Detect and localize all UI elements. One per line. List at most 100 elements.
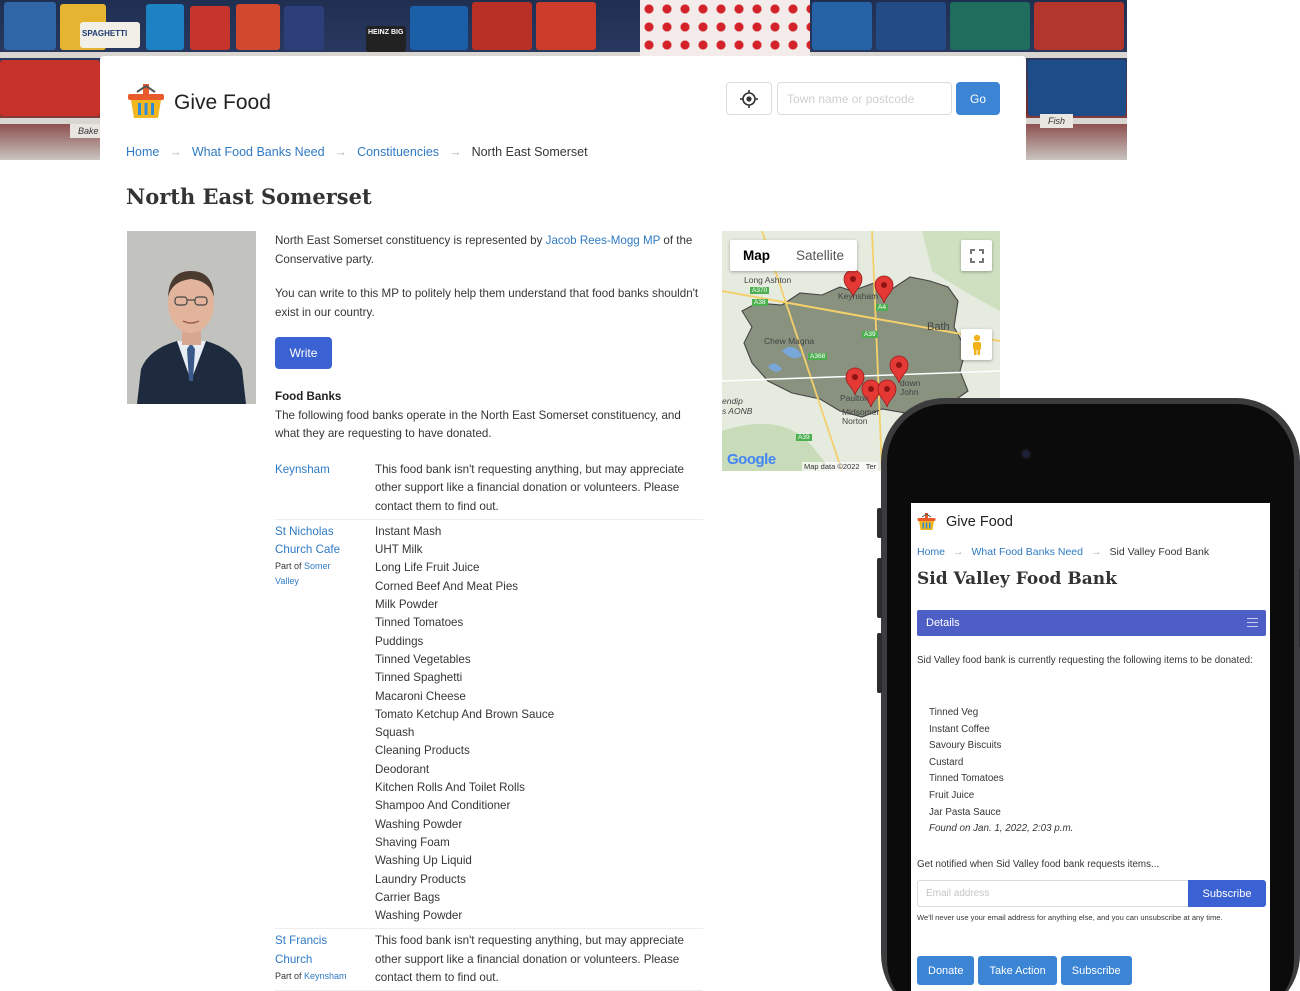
mobile-intro: Sid Valley food bank is currently reques… (917, 655, 1253, 666)
need-item: Macaroni Cheese (375, 689, 466, 703)
map-road-label: A38 (752, 299, 768, 306)
part-of-label: Part of (275, 971, 302, 982)
need-item: Cleaning Products (375, 744, 470, 758)
constituency-intro: North East Somerset constituency is repr… (275, 232, 707, 338)
hero-can (146, 4, 184, 50)
need-item: Tinned Vegetables (375, 652, 471, 666)
food-bank-needs-cell: This food bank isn't requesting anything… (375, 461, 703, 516)
need-item: Washing Powder (375, 909, 463, 923)
page-title: North East Somerset (126, 184, 372, 209)
need-item: Shampoo And Conditioner (375, 799, 511, 813)
mobile-screen: Give Food Home → What Food Banks Need → … (911, 503, 1270, 991)
map-place-label: s AONB (722, 406, 753, 416)
no-needs-message: This food bank isn't requesting anything… (375, 463, 684, 513)
fullscreen-button[interactable] (961, 240, 992, 271)
brand-name[interactable]: Give Food (174, 91, 271, 115)
food-banks-heading: Food Banks (275, 390, 342, 403)
take-action-button[interactable]: Take Action (978, 956, 1057, 985)
mp-link[interactable]: Jacob Rees-Mogg MP (546, 234, 661, 247)
found-date: Found on Jan. 1, 2022, 2:03 p.m. (929, 823, 1074, 835)
hero-can (536, 2, 596, 50)
google-logo: Google (727, 451, 776, 468)
food-bank-name-cell: St Francis Church Part of Keynsham (275, 932, 375, 987)
hero-can (472, 2, 532, 50)
map-road-label: A39 (862, 331, 878, 338)
breadcrumb-what-food-banks-need[interactable]: What Food Banks Need (192, 145, 325, 159)
need-item: Carrier Bags (375, 890, 441, 904)
basket-logo-icon[interactable] (917, 512, 936, 531)
requested-item: Tinned Veg (929, 707, 979, 718)
hero-can-label: SPAGHETTI (80, 22, 140, 48)
food-bank-row: Keynsham This food bank isn't requesting … (275, 461, 703, 520)
map-place-label: down John (900, 378, 921, 397)
requested-item: Jar Pasta Sauce (929, 806, 1001, 818)
map-place-label: Paulton (840, 393, 869, 403)
breadcrumb: Home → What Food Banks Need → Constituen… (126, 145, 588, 159)
geolocate-button[interactable] (726, 82, 772, 115)
map-attribution: Map data ©2022 Ter (802, 462, 879, 471)
phone-side-button (877, 558, 882, 618)
food-bank-link[interactable]: St Francis Church (275, 932, 339, 969)
donate-button[interactable]: Donate (917, 956, 975, 985)
map-road-label: A370 (750, 287, 770, 294)
food-bank-link[interactable]: St Nicholas Church Cafe (275, 523, 345, 560)
basket-logo-icon[interactable] (127, 82, 165, 120)
food-bank-link[interactable]: Keynsham (275, 463, 330, 476)
need-item: Tinned Tomatoes (375, 616, 464, 630)
requested-item: Savoury Biscuits (929, 740, 1002, 752)
hero-can (876, 2, 946, 50)
mobile-breadcrumb-current: Sid Valley Food Bank (1109, 546, 1210, 558)
hero-can (812, 2, 872, 50)
need-item: Squash (375, 726, 415, 740)
requested-item: Instant Coffee (929, 723, 990, 735)
email-subscribe-button[interactable]: Subscribe (1188, 880, 1266, 907)
hero-can (4, 2, 56, 50)
map-terms-link[interactable]: Ter (866, 462, 876, 471)
privacy-note: We'll never use your email address for a… (917, 913, 1223, 922)
intro-text: North East Somerset constituency is repr… (275, 234, 546, 247)
breadcrumb-constituencies[interactable]: Constituencies (357, 145, 439, 159)
write-button[interactable]: Write (275, 337, 332, 369)
hero-can (410, 6, 468, 50)
requested-item: Custard (929, 756, 964, 768)
food-bank-row: St Francis Church Part of Keynsham This fo… (275, 932, 703, 991)
map-marker[interactable] (845, 367, 865, 396)
go-button[interactable]: Go (956, 82, 1000, 115)
map-type-control: Map Satellite (730, 240, 858, 271)
part-of-note: Part of Keynsham (275, 969, 375, 984)
hero-can-label: HEINZ BIG (366, 26, 406, 52)
requested-item: Fruit Juice (929, 789, 975, 801)
map-place-label: endip (722, 396, 743, 406)
food-bank-needs-cell: Instant Mash UHT Milk Long Life Fruit Juic… (375, 523, 703, 926)
mobile-brand-name[interactable]: Give Food (946, 514, 1013, 530)
map-tab-satellite[interactable]: Satellite (783, 240, 857, 271)
need-item: Tinned Spaghetti (375, 671, 463, 685)
mobile-breadcrumb-home[interactable]: Home (917, 546, 945, 558)
details-menu-bar[interactable]: Details (917, 610, 1266, 636)
hamburger-menu-icon[interactable] (1247, 618, 1258, 627)
map-tab-map[interactable]: Map (730, 240, 783, 271)
intro-write-prompt: You can write to this MP to politely hel… (275, 287, 699, 319)
phone-side-button (877, 633, 882, 693)
crosshair-icon (740, 89, 758, 108)
map-place-label: Long Ashton (744, 275, 792, 285)
need-item: Milk Powder (375, 598, 439, 612)
mp-portrait (127, 231, 256, 404)
breadcrumb-home[interactable]: Home (126, 145, 159, 159)
need-item: Instant Mash (375, 524, 442, 538)
mobile-breadcrumb-need[interactable]: What Food Banks Need (972, 546, 1083, 558)
map-marker[interactable] (877, 379, 897, 408)
map-place-label: Midsomer Norton (842, 407, 880, 426)
need-item: Shaving Foam (375, 835, 450, 849)
hero-can (190, 6, 230, 50)
map-place-label: Keynsham (838, 291, 879, 301)
need-item: Deodorant (375, 762, 430, 776)
location-search-input[interactable] (777, 82, 952, 115)
hero-can (0, 60, 100, 116)
subscribe-button[interactable]: Subscribe (1060, 956, 1132, 985)
parent-food-bank-link[interactable]: Keynsham (304, 971, 347, 981)
street-view-pegman[interactable] (961, 329, 992, 360)
email-field[interactable] (917, 880, 1189, 907)
need-item: Puddings (375, 634, 424, 648)
notify-text: Get notified when Sid Valley food bank r… (917, 859, 1160, 870)
